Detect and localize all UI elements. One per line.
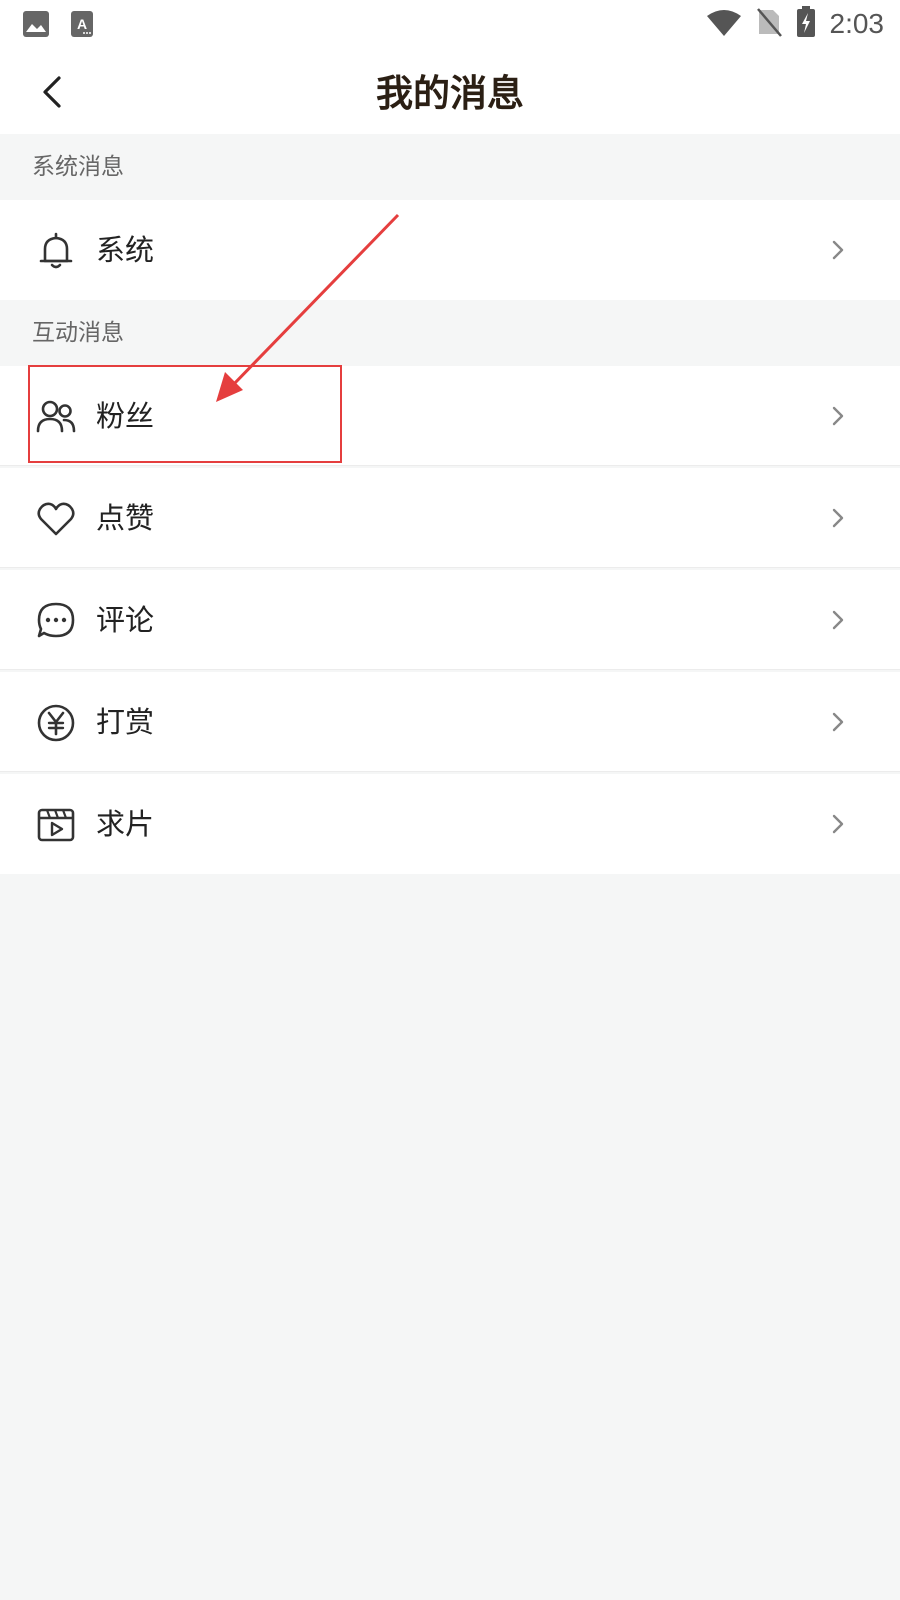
list-item-fans[interactable]: 粉丝 <box>0 366 900 466</box>
list-item-likes[interactable]: 点赞 <box>0 468 900 568</box>
list-item-tips[interactable]: 打赏 <box>0 672 900 772</box>
section-header-interaction: 互动消息 <box>0 300 900 366</box>
wifi-icon <box>706 8 742 40</box>
page-title: 我的消息 <box>376 72 524 115</box>
status-time: 2:03 <box>829 8 885 39</box>
chevron-right-icon <box>826 238 850 262</box>
list-item-label: 粉丝 <box>96 399 155 433</box>
chevron-right-icon <box>826 506 850 530</box>
status-bar-right: 2:03 <box>706 6 885 42</box>
yen-coin-icon <box>36 703 76 743</box>
status-bar-left: A <box>22 10 94 42</box>
nav-bar: 我的消息 <box>0 52 900 134</box>
heart-icon <box>36 499 76 539</box>
list-item-label: 评论 <box>96 603 155 637</box>
list-item-comments[interactable]: 评论 <box>0 570 900 670</box>
font-icon: A <box>70 10 94 42</box>
list-item-label: 求片 <box>96 807 155 841</box>
users-icon <box>36 397 76 437</box>
bell-icon <box>36 231 76 271</box>
list-item-system[interactable]: 系统 <box>0 200 900 300</box>
svg-text:A: A <box>77 16 87 32</box>
video-clapper-icon <box>36 805 76 845</box>
chevron-right-icon <box>826 404 850 428</box>
chevron-right-icon <box>826 710 850 734</box>
list-item-label: 打赏 <box>96 705 155 739</box>
chat-bubble-icon <box>36 601 76 641</box>
status-bar: A 2:03 <box>0 0 900 52</box>
empty-background <box>0 876 900 1600</box>
list-item-label: 系统 <box>96 233 155 267</box>
chevron-right-icon <box>826 812 850 836</box>
battery-charging-icon <box>796 6 816 42</box>
list-item-label: 点赞 <box>96 501 155 535</box>
chevron-right-icon <box>826 608 850 632</box>
list-item-requests[interactable]: 求片 <box>0 774 900 874</box>
no-sim-icon <box>756 7 782 41</box>
image-icon <box>22 10 50 42</box>
section-header-system: 系统消息 <box>0 134 900 200</box>
